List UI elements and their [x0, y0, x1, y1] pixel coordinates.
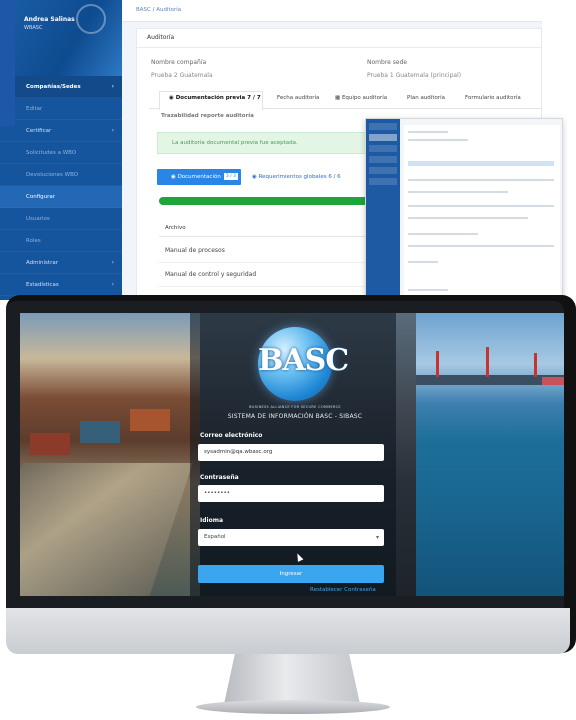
- preview-line: [408, 191, 508, 193]
- port-background-right: [416, 313, 564, 596]
- preview-nav-item: [369, 134, 397, 141]
- sidebar-item[interactable]: Administrar ›: [0, 252, 122, 274]
- preview-nav-item: [369, 123, 397, 130]
- email-field[interactable]: sysadmin@qa.wbasc.org: [198, 444, 384, 461]
- tab-documentacion-previa[interactable]: ◉ Documentación previa 7 / 7: [169, 95, 261, 101]
- preview-content: [404, 125, 560, 303]
- email-label: Correo electrónico: [200, 432, 263, 439]
- top-bar: BASC / Auditoría: [122, 0, 542, 22]
- ship: [542, 377, 564, 385]
- breadcrumb[interactable]: BASC / Auditoría: [136, 7, 181, 13]
- preview-line: [408, 139, 468, 141]
- preview-line: [408, 261, 438, 263]
- preview-window-thumbnail: [365, 118, 563, 306]
- preview-nav-item: [369, 178, 397, 185]
- card-title: Auditoría: [147, 34, 175, 41]
- progress-fill: [159, 197, 379, 205]
- docs-count-badge: 3 / 3: [223, 173, 238, 180]
- logo-tagline: BUSINESS ALLIANCE FOR SECURE COMMERCE: [249, 405, 341, 409]
- subtab-trazabilidad[interactable]: Trazabilidad reporte auditoría: [161, 113, 254, 119]
- sidebar-item[interactable]: Configurar: [0, 186, 122, 208]
- tab-plan-auditoria[interactable]: Plan auditoría: [407, 95, 445, 101]
- chevron-right-icon: ›: [111, 281, 114, 288]
- monitor-chin: [6, 608, 570, 654]
- crane: [534, 353, 537, 377]
- basc-logo-text: BASC: [258, 343, 349, 378]
- container-stack: [130, 409, 170, 431]
- language-value: Español: [204, 534, 226, 540]
- password-label: Contraseña: [200, 474, 239, 481]
- sidebar-menu: Compañías/Sedes › Editar Certificar › Solicit…: [0, 76, 122, 296]
- sidebar: Andrea Salinas WBASC Compañías/Sedes › Edi…: [0, 0, 122, 300]
- user-name: Andrea Salinas: [24, 16, 75, 23]
- port-background-left: [20, 313, 200, 596]
- chevron-right-icon: ›: [111, 83, 114, 90]
- table-row[interactable]: Manual de control y seguridad: [159, 263, 379, 287]
- preview-line: [408, 131, 448, 133]
- chevron-down-icon: ▾: [375, 534, 379, 541]
- crane: [486, 347, 489, 377]
- tab-label: Equipo auditoría: [341, 95, 388, 101]
- chevron-right-icon: ›: [111, 259, 114, 266]
- user-org: WBASC: [24, 25, 43, 31]
- audit-tabs: ◉ Documentación previa 7 / 7 Fecha audit…: [149, 91, 542, 110]
- docs-label: Documentación: [177, 174, 221, 180]
- tab-label: Documentación previa 7 / 7: [175, 95, 261, 101]
- divider: [137, 47, 541, 48]
- crane: [436, 351, 439, 377]
- monitor-base: [196, 700, 390, 714]
- language-label: Idioma: [200, 517, 224, 524]
- preview-nav-item: [369, 145, 397, 152]
- sidebar-item[interactable]: Estadísticas ›: [0, 274, 122, 296]
- success-alert: La auditoría documental previa fue acept…: [157, 132, 387, 154]
- system-title: SISTEMA DE INFORMACIÓN BASC - SIBASC: [227, 413, 363, 420]
- port-road: [20, 463, 193, 596]
- global-requirements-button[interactable]: ◉ Requerimientos globales 6 / 6: [252, 169, 341, 185]
- sidebar-item[interactable]: Editar: [0, 98, 122, 120]
- sidebar-item[interactable]: Certificar ›: [0, 120, 122, 142]
- site-value: Prueba 1 Guatemala (principal): [367, 72, 462, 79]
- tab-equipo-auditoria[interactable]: ▦ Equipo auditoría: [335, 95, 387, 101]
- sidebar-user-panel: Andrea Salinas WBASC: [0, 0, 122, 76]
- table-header-archivo: Archivo: [159, 219, 379, 237]
- sidebar-item[interactable]: Usuarios: [0, 208, 122, 230]
- monitor-stand: [224, 654, 360, 704]
- preview-line: [408, 179, 554, 181]
- sidebar-item[interactable]: Devoluciones WBO: [0, 164, 122, 186]
- sidebar-item[interactable]: Roles: [0, 230, 122, 252]
- reset-password-link[interactable]: Restablecer Contraseña: [310, 587, 376, 593]
- language-select[interactable]: Español ▾: [198, 529, 384, 546]
- company-value: Prueba 2 Guatemala: [151, 72, 213, 79]
- preview-alert: [408, 161, 554, 166]
- login-screen: BASC BUSINESS ALLIANCE FOR SECURE COMMER…: [20, 313, 564, 596]
- sidebar-item[interactable]: Solicitudes a WBO: [0, 142, 122, 164]
- company-label: Nombre compañía: [151, 59, 207, 66]
- chevron-right-icon: ›: [111, 127, 114, 134]
- basc-logo-icon: [76, 4, 106, 34]
- site-label: Nombre sede: [367, 59, 408, 66]
- preview-nav-item: [369, 167, 397, 174]
- preview-nav-item: [369, 156, 397, 163]
- tab-fecha-auditoria[interactable]: Fecha auditoría: [277, 95, 319, 101]
- preview-line: [408, 205, 554, 207]
- container-stack: [30, 433, 70, 455]
- sidebar-accent: [0, 0, 15, 126]
- container-stack: [80, 421, 120, 443]
- login-button[interactable]: Ingresar: [198, 565, 384, 583]
- password-field[interactable]: ••••••••: [198, 485, 384, 502]
- preview-line: [408, 217, 528, 219]
- sidebar-item[interactable]: Compañías/Sedes ›: [0, 76, 122, 98]
- progress-bar: [159, 197, 379, 205]
- preview-sidebar: [366, 119, 400, 305]
- preview-line: [408, 289, 448, 291]
- tab-formulario-auditoria[interactable]: Formulario auditoría: [465, 95, 521, 101]
- documentation-button[interactable]: ◉ Documentación 3 / 3: [157, 169, 241, 185]
- preview-line: [408, 233, 478, 235]
- req-label: Requerimientos globales 6 / 6: [258, 174, 341, 180]
- preview-line: [408, 245, 554, 247]
- table-row[interactable]: Manual de procesos: [159, 239, 379, 263]
